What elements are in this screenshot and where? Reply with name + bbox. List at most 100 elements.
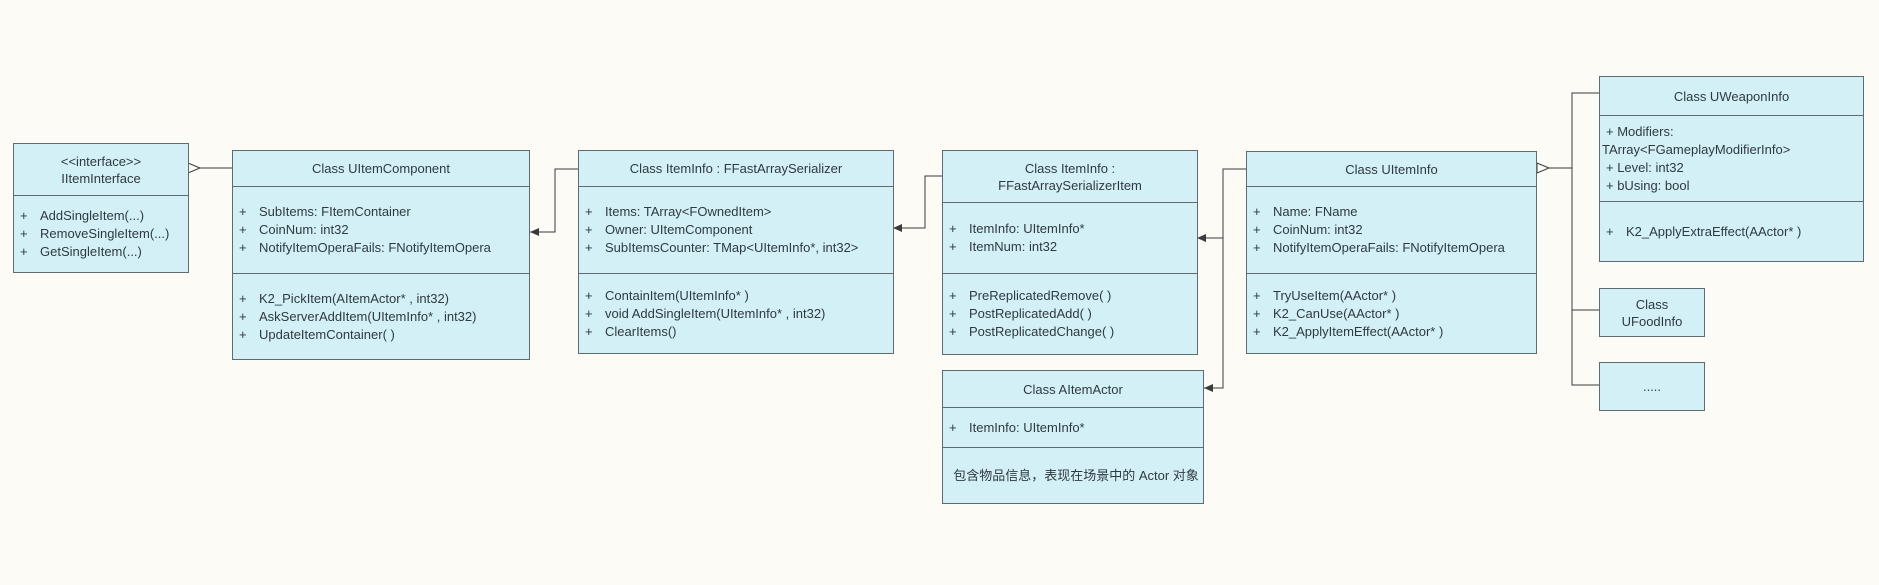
class-title-line: Class: [1635, 296, 1669, 312]
class-attributes: + ItemInfo: UItemInfo* + ItemNum: int32: [943, 203, 1197, 274]
visibility-marker: +: [1253, 204, 1261, 219]
interface-methods: + AddSingleItem(...) + RemoveSingleItem(..…: [14, 196, 188, 272]
class-title-line: Class ItemInfo :: [1024, 160, 1116, 176]
class-title: Class AItemActor: [943, 371, 1203, 408]
class-attributes: + ItemInfo: UItemInfo*: [943, 408, 1203, 448]
visibility-marker: +: [1253, 305, 1261, 321]
attribute-row: + ItemNum: int32: [949, 238, 1197, 256]
class-title-line: UFoodInfo: [1621, 313, 1683, 329]
class-title: Class UFoodInfo: [1600, 289, 1704, 336]
method-text: K2_ApplyExtraEffect(AActor* ): [1626, 223, 1802, 239]
visibility-marker: +: [949, 306, 957, 321]
method-text: PreReplicatedRemove( ): [969, 288, 1112, 303]
method-row: + PostReplicatedAdd( ): [949, 305, 1197, 323]
interface-title: <<interface>> IItemInterface: [14, 144, 188, 196]
method-text: void AddSingleItem(UItemInfo* , int32): [605, 305, 826, 321]
method-text: PostReplicatedAdd( ): [969, 306, 1092, 321]
attribute-row: TArray<FGameplayModifierInfo>: [1602, 141, 1863, 159]
class-methods: + K2_PickItem(AItemActor* , int32) + AskSe…: [233, 274, 529, 359]
association-connector: [1204, 238, 1224, 392]
attribute-row: + Items: TArray<FOwnedItem>: [585, 203, 893, 221]
visibility-marker: +: [1253, 287, 1261, 303]
attribute-text: CoinNum: int32: [259, 222, 349, 237]
attribute-row: + bUsing: bool: [1602, 177, 1863, 195]
class-title: Class UWeaponInfo: [1600, 77, 1863, 116]
method-text: RemoveSingleItem(...): [40, 226, 170, 241]
method-row: + ClearItems(): [585, 323, 893, 341]
class-title: Class ItemInfo : FFastArraySerializer: [579, 151, 893, 187]
visibility-marker: +: [239, 308, 247, 324]
visibility-marker: +: [1253, 240, 1261, 255]
interface-box-iiteminterface: <<interface>> IItemInterface + AddSingleI…: [13, 143, 189, 273]
attribute-text: TArray<FGameplayModifierInfo>: [1602, 141, 1791, 157]
visibility-marker: +: [585, 240, 593, 255]
visibility-marker: +: [239, 240, 247, 255]
visibility-marker: +: [585, 204, 593, 219]
class-attributes: + SubItems: FItemContainer + CoinNum: int3…: [233, 187, 529, 274]
class-box-ellipsis: .....: [1599, 362, 1705, 411]
method-text: AskServerAddItem(UItemInfo* , int32): [259, 308, 477, 324]
method-row: + K2_ApplyItemEffect(AActor* ): [1253, 323, 1536, 341]
attribute-text: NotifyItemOperaFails: FNotifyItemOpera: [1273, 240, 1505, 255]
method-row: + K2_PickItem(AItemActor* , int32): [239, 290, 529, 308]
attribute-text: SubItemsCounter: TMap<UItemInfo*, int32>: [605, 240, 859, 255]
method-row: + AddSingleItem(...): [20, 207, 188, 225]
attribute-row: + Level: int32: [1602, 159, 1863, 177]
visibility-marker: +: [949, 324, 957, 339]
class-methods: + ContainItem(UItemInfo* ) + void AddSingl…: [579, 274, 893, 353]
method-text: TryUseItem(AActor* ): [1273, 287, 1397, 303]
note-text: 包含物品信息，表现在场景中的 Actor 对象: [953, 467, 1199, 483]
attribute-text: ItemNum: int32: [969, 239, 1058, 254]
interface-stereotype: <<interface>>: [60, 153, 142, 169]
attribute-text: + bUsing: bool: [1606, 177, 1690, 193]
method-row: + K2_CanUse(AActor* ): [1253, 305, 1536, 323]
generalization-connector: [1536, 92, 1599, 386]
association-connector: [530, 168, 578, 236]
visibility-marker: +: [949, 288, 957, 303]
interface-name: IItemInterface: [61, 170, 141, 186]
method-row: + RemoveSingleItem(...): [20, 225, 188, 243]
class-box-uitemcomponent: Class UItemComponent + SubItems: FItemCon…: [232, 150, 530, 360]
class-attributes: + Items: TArray<FOwnedItem> + Owner: UItem…: [579, 187, 893, 274]
attribute-text: Name: FName: [1273, 204, 1358, 219]
method-text: K2_PickItem(AItemActor* , int32): [259, 290, 450, 306]
class-box-fastarrayserializeritem: Class ItemInfo : FFastArraySerializerIte…: [942, 150, 1198, 355]
association-connector: [1197, 168, 1246, 242]
attribute-text: + Modifiers:: [1606, 123, 1674, 139]
class-box-fastarrayserializer: Class ItemInfo : FFastArraySerializer + I…: [578, 150, 894, 354]
visibility-marker: +: [585, 323, 593, 339]
class-box-uiteminfo: Class UItemInfo + Name: FName + CoinNum: i…: [1246, 151, 1537, 354]
attribute-row: + NotifyItemOperaFails: FNotifyItemOpera: [1253, 239, 1536, 257]
visibility-marker: +: [20, 208, 28, 223]
class-methods: + K2_ApplyExtraEffect(AActor* ): [1600, 202, 1863, 261]
attribute-row: + ItemInfo: UItemInfo*: [949, 419, 1203, 437]
visibility-marker: +: [949, 239, 957, 254]
method-text: K2_CanUse(AActor* ): [1273, 305, 1400, 321]
realization-connector: [187, 162, 232, 174]
method-text: ContainItem(UItemInfo* ): [605, 287, 749, 303]
class-methods: + PreReplicatedRemove( ) + PostReplicatedA…: [943, 274, 1197, 354]
attribute-text: Owner: UItemComponent: [605, 222, 753, 237]
class-title: .....: [1642, 379, 1662, 394]
class-title: Class UItemInfo: [1247, 152, 1536, 187]
class-note: 包含物品信息，表现在场景中的 Actor 对象: [943, 448, 1203, 503]
visibility-marker: +: [239, 326, 247, 342]
class-title: Class ItemInfo : FFastArraySerializerIte…: [943, 151, 1197, 203]
method-row: + TryUseItem(AActor* ): [1253, 287, 1536, 305]
method-row: + void AddSingleItem(UItemInfo* , int32): [585, 305, 893, 323]
attribute-row: + Modifiers:: [1602, 123, 1863, 141]
method-text: ClearItems(): [605, 323, 677, 339]
attribute-text: NotifyItemOperaFails: FNotifyItemOpera: [259, 240, 491, 255]
association-connector: [893, 175, 942, 232]
attribute-row: + CoinNum: int32: [239, 221, 529, 239]
method-row: + GetSingleItem(...): [20, 243, 188, 261]
method-row: + PostReplicatedChange( ): [949, 323, 1197, 341]
attribute-text: ItemInfo: UItemInfo*: [969, 221, 1085, 236]
attribute-row: + SubItems: FItemContainer: [239, 203, 529, 221]
method-text: UpdateItemContainer( ): [259, 326, 395, 342]
visibility-marker: +: [949, 221, 957, 236]
method-row: + AskServerAddItem(UItemInfo* , int32): [239, 308, 529, 326]
attribute-row: + ItemInfo: UItemInfo*: [949, 220, 1197, 238]
class-box-ufoodinfo: Class UFoodInfo: [1599, 288, 1705, 337]
visibility-marker: +: [239, 204, 247, 219]
